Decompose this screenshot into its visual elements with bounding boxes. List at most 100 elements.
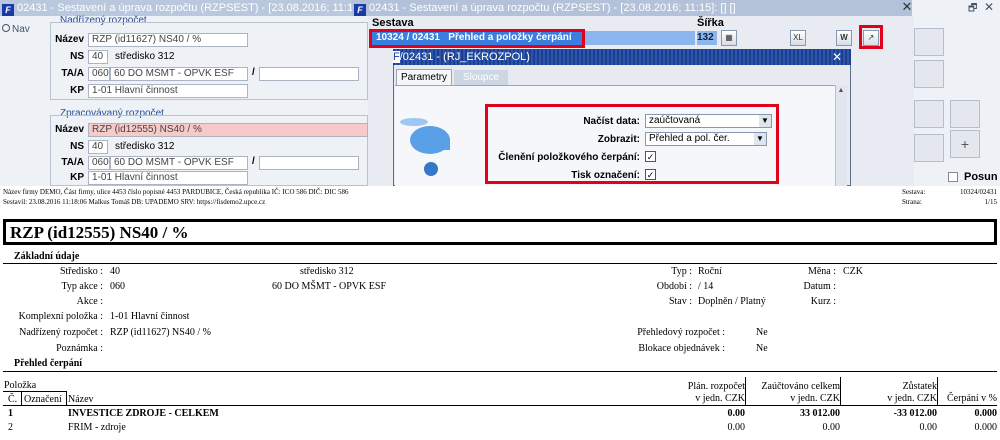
print-checkbox[interactable]: ✓ — [645, 169, 656, 180]
report-window-titlebar[interactable]: F 02431 - Sestavení a úprava rozpočtu (RZ… — [352, 0, 912, 16]
nadrizeny-value: RZP (id11627) NS40 / % — [110, 327, 211, 338]
table-cell-plan: 0.00 — [727, 408, 746, 419]
show-select[interactable]: Přehled a pol. čer. ▼ — [645, 132, 767, 146]
tab-parametry[interactable]: Parametry — [396, 69, 452, 85]
report-logo-icon: F — [354, 4, 366, 16]
section-overview-title: Přehled čerpání — [14, 358, 83, 369]
side-lock2-icon[interactable] — [914, 100, 944, 128]
prehledovy-value: Ne — [756, 327, 768, 338]
tab-sloupce[interactable]: Sloupce — [454, 70, 508, 85]
parent-ns-field[interactable]: 40 — [88, 50, 108, 64]
processed-ta-extra[interactable] — [259, 156, 359, 170]
section-overview-underline — [3, 371, 997, 372]
bg-close-icon[interactable]: ✕ — [984, 0, 994, 14]
word-icon[interactable]: W — [836, 30, 852, 46]
komplex-label: Komplexní položka : — [18, 311, 103, 322]
param-dialog-close-icon[interactable]: ✕ — [830, 50, 844, 64]
section-basic-underline — [3, 263, 997, 264]
processed-ta-slash: / — [252, 156, 255, 167]
col-sep-1 — [21, 391, 22, 405]
prehledovy-label: Přehledový rozpočet : — [637, 327, 725, 338]
split-label: Členění položkového čerpání: — [498, 152, 640, 163]
nadrizeny-label: Nadřízený rozpočet : — [19, 327, 103, 338]
side-tree-icon[interactable] — [914, 60, 944, 88]
table-cell-plan: 0.00 — [727, 422, 746, 433]
parent-name-field[interactable]: RZP (id11627) NS40 / % — [88, 33, 248, 47]
processed-name-label: Název — [55, 124, 84, 135]
dialog-scrollbar[interactable] — [835, 85, 847, 186]
print-label: Tisk označení: — [571, 170, 640, 181]
sirka-field[interactable]: 132 — [697, 31, 717, 45]
stav-label: Stav : — [668, 296, 692, 307]
processed-name-field[interactable]: RZP (id12555) NS40 / % — [88, 123, 368, 137]
restore-icon[interactable]: 🗗 — [968, 1, 977, 18]
parent-kp-label: KP — [70, 85, 84, 96]
processed-kp-label: KP — [70, 172, 84, 183]
akce-label: Akce : — [76, 296, 103, 307]
side-tree2-icon[interactable] — [914, 134, 944, 162]
scroll-up-icon[interactable]: ▲ — [836, 86, 846, 96]
datum-label: Datum : — [803, 281, 837, 292]
report-sestava-value: 10324/02431 — [960, 188, 997, 196]
report-page: Název firmy DEMO, Část firmy, ulice 4453… — [0, 186, 1000, 440]
typakce-name: 60 DO MŠMT - OPVK ESF — [272, 281, 387, 292]
report-close-icon[interactable]: ✕ — [900, 0, 914, 14]
parent-ta-label: TA/A — [61, 68, 84, 79]
processed-ta-field[interactable]: 60 DO MŠMT - OPVK ESF — [110, 156, 248, 170]
poznamka-label: Poznámka : — [56, 343, 103, 354]
nav-label: Nav — [12, 24, 30, 35]
processed-ns-label: NS — [70, 141, 84, 152]
posun-label: Posun — [964, 171, 998, 183]
parent-name-label: Název — [55, 34, 84, 45]
show-label: Zobrazit: — [597, 134, 640, 145]
bg-window-title: 02431 - Sestavení a úprava rozpočtu (RZP… — [17, 2, 352, 14]
parent-kp-field[interactable]: 1-01 Hlavní činnost — [88, 84, 248, 98]
parent-ta-field[interactable]: 60 DO MŠMT - OPVK ESF — [110, 67, 248, 81]
table-cell-c: 2 — [8, 422, 13, 433]
show-value: Přehled a pol. čer. — [649, 133, 730, 144]
tab-sloupce-label: Sloupce — [462, 72, 500, 83]
processed-ta-code[interactable]: 060 — [88, 156, 110, 170]
split-checkbox[interactable]: ✓ — [645, 151, 656, 162]
table-header-bottom — [3, 405, 997, 406]
sestava-highlight-box — [369, 29, 585, 48]
col-plan-line2: v jedn. CZK — [695, 393, 745, 404]
side-lock-icon[interactable] — [914, 28, 944, 56]
typ-label: Typ : — [671, 266, 692, 277]
komplex-value: 1-01 Hlavní činnost — [110, 311, 190, 322]
tab-parametry-label: Parametry — [400, 72, 448, 83]
posun-checkbox[interactable] — [948, 172, 958, 182]
table-cell-zauct: 33 012.00 — [800, 408, 840, 419]
image-icon[interactable]: ▦ — [721, 30, 737, 46]
col-sep-3 — [745, 377, 746, 405]
mena-label: Měna : — [807, 266, 836, 277]
col-oznaceni: Označení — [24, 394, 62, 405]
report-strana-value: 1/15 — [984, 198, 997, 206]
param-dialog-title: /02431 - (RJ_EKROZPOL) — [399, 51, 530, 63]
col-zust-line2: v jedn. CZK — [887, 393, 937, 404]
nav-button[interactable]: Nav — [2, 24, 30, 35]
blokace-label: Blokace objednávek : — [638, 343, 725, 354]
xml-icon[interactable]: XL — [790, 30, 806, 46]
col-plan-line1: Plán. rozpočet — [687, 381, 745, 392]
table-cell-c: 1 — [8, 408, 13, 419]
parent-ta-extra[interactable] — [259, 67, 359, 81]
param-dialog-titlebar[interactable]: F/02431 - (RJ_EKROZPOL) — [393, 49, 851, 65]
table-cell-name: INVESTICE ZDROJE - CELKEM — [68, 408, 219, 419]
load-data-label: Načíst data: — [583, 116, 640, 127]
stav-value: Doplněn / Platný — [698, 296, 766, 307]
bg-window-titlebar[interactable]: F 02431 - Sestavení a úprava rozpočtu (RZ… — [0, 0, 352, 16]
parent-ta-code[interactable]: 060 — [88, 67, 110, 81]
load-data-select[interactable]: zaúčtovaná ▼ — [645, 114, 772, 128]
parent-ns-text: středisko 312 — [115, 51, 175, 62]
load-data-value: zaúčtovaná — [649, 115, 701, 126]
show-chevron-down-icon[interactable]: ▼ — [754, 133, 766, 145]
side-calculator-icon[interactable] — [950, 100, 980, 128]
sirka-label: Šířka — [697, 17, 724, 29]
load-data-chevron-down-icon[interactable]: ▼ — [759, 115, 771, 127]
report-window-title: 02431 - Sestavení a úprava rozpočtu (RZP… — [369, 2, 736, 14]
col-sep-5 — [937, 377, 938, 405]
processed-kp-field[interactable]: 1-01 Hlavní činnost — [88, 171, 248, 185]
processed-ns-field[interactable]: 40 — [88, 140, 108, 154]
side-plus-icon[interactable]: + — [950, 130, 980, 158]
